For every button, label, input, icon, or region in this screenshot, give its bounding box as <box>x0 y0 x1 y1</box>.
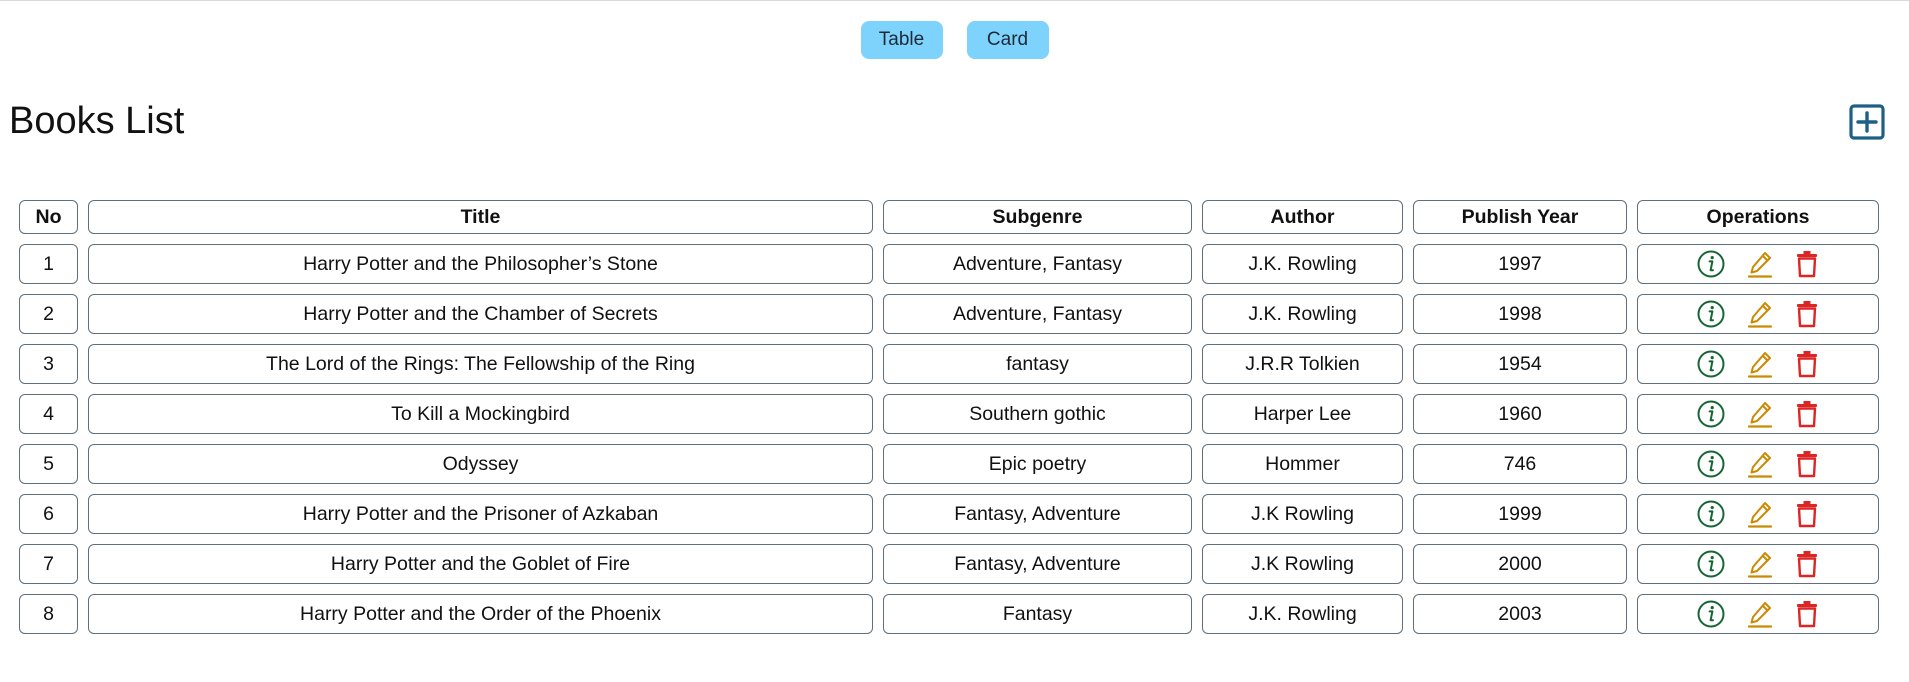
column-header-no: No <box>19 200 78 234</box>
edit-icon[interactable] <box>1746 349 1774 379</box>
table-row: 5 Odyssey Epic poetry Hommer 746 <box>19 444 1879 484</box>
top-divider <box>0 0 1909 1</box>
cell-publish-year: 1997 <box>1413 244 1627 284</box>
cell-operations <box>1637 494 1879 534</box>
cell-no: 6 <box>19 494 78 534</box>
cell-subgenre: Epic poetry <box>883 444 1192 484</box>
table-row: 2 Harry Potter and the Chamber of Secret… <box>19 294 1879 334</box>
delete-icon[interactable] <box>1794 599 1820 629</box>
books-table: No Title Subgenre Author Publish Year Op… <box>9 190 1889 644</box>
cell-title: The Lord of the Rings: The Fellowship of… <box>88 344 873 384</box>
cell-subgenre: Adventure, Fantasy <box>883 244 1192 284</box>
table-view-button[interactable]: Table <box>860 21 943 59</box>
info-icon[interactable] <box>1696 299 1726 329</box>
cell-operations <box>1637 544 1879 584</box>
cell-publish-year: 1999 <box>1413 494 1627 534</box>
cell-author: J.K. Rowling <box>1202 594 1403 634</box>
view-toggle: Table Card <box>0 21 1909 59</box>
edit-icon[interactable] <box>1746 399 1774 429</box>
table-header-row: No Title Subgenre Author Publish Year Op… <box>19 200 1879 234</box>
cell-subgenre: Fantasy, Adventure <box>883 544 1192 584</box>
cell-author: J.R.R Tolkien <box>1202 344 1403 384</box>
cell-subgenre: Southern gothic <box>883 394 1192 434</box>
column-header-title: Title <box>88 200 873 234</box>
cell-publish-year: 2000 <box>1413 544 1627 584</box>
cell-publish-year: 2003 <box>1413 594 1627 634</box>
cell-no: 3 <box>19 344 78 384</box>
column-header-subgenre: Subgenre <box>883 200 1192 234</box>
table-row: 7 Harry Potter and the Goblet of Fire Fa… <box>19 544 1879 584</box>
cell-no: 1 <box>19 244 78 284</box>
cell-no: 5 <box>19 444 78 484</box>
edit-icon[interactable] <box>1746 449 1774 479</box>
table-row: 6 Harry Potter and the Prisoner of Azkab… <box>19 494 1879 534</box>
cell-author: J.K Rowling <box>1202 494 1403 534</box>
cell-publish-year: 1954 <box>1413 344 1627 384</box>
delete-icon[interactable] <box>1794 299 1820 329</box>
cell-operations <box>1637 594 1879 634</box>
cell-title: To Kill a Mockingbird <box>88 394 873 434</box>
card-view-button[interactable]: Card <box>966 21 1049 59</box>
cell-operations <box>1637 444 1879 484</box>
cell-title: Harry Potter and the Order of the Phoeni… <box>88 594 873 634</box>
table-row: 3 The Lord of the Rings: The Fellowship … <box>19 344 1879 384</box>
cell-operations <box>1637 244 1879 284</box>
cell-operations <box>1637 294 1879 334</box>
table-row: 4 To Kill a Mockingbird Southern gothic … <box>19 394 1879 434</box>
page-title: Books List <box>9 100 185 142</box>
cell-subgenre: Adventure, Fantasy <box>883 294 1192 334</box>
cell-title: Harry Potter and the Prisoner of Azkaban <box>88 494 873 534</box>
cell-publish-year: 1960 <box>1413 394 1627 434</box>
delete-icon[interactable] <box>1794 549 1820 579</box>
cell-title: Odyssey <box>88 444 873 484</box>
cell-publish-year: 746 <box>1413 444 1627 484</box>
cell-author: Harper Lee <box>1202 394 1403 434</box>
cell-subgenre: fantasy <box>883 344 1192 384</box>
add-book-button[interactable] <box>1849 104 1885 140</box>
cell-title: Harry Potter and the Goblet of Fire <box>88 544 873 584</box>
info-icon[interactable] <box>1696 399 1726 429</box>
edit-icon[interactable] <box>1746 599 1774 629</box>
column-header-operations: Operations <box>1637 200 1879 234</box>
info-icon[interactable] <box>1696 349 1726 379</box>
info-icon[interactable] <box>1696 449 1726 479</box>
delete-icon[interactable] <box>1794 499 1820 529</box>
cell-title: Harry Potter and the Philosopher’s Stone <box>88 244 873 284</box>
delete-icon[interactable] <box>1794 399 1820 429</box>
cell-subgenre: Fantasy, Adventure <box>883 494 1192 534</box>
cell-author: J.K. Rowling <box>1202 244 1403 284</box>
cell-operations <box>1637 344 1879 384</box>
plus-square-icon <box>1849 104 1885 140</box>
info-icon[interactable] <box>1696 249 1726 279</box>
info-icon[interactable] <box>1696 499 1726 529</box>
table-row: 8 Harry Potter and the Order of the Phoe… <box>19 594 1879 634</box>
column-header-publish-year: Publish Year <box>1413 200 1627 234</box>
cell-title: Harry Potter and the Chamber of Secrets <box>88 294 873 334</box>
cell-no: 8 <box>19 594 78 634</box>
edit-icon[interactable] <box>1746 299 1774 329</box>
table-row: 1 Harry Potter and the Philosopher’s Sto… <box>19 244 1879 284</box>
info-icon[interactable] <box>1696 599 1726 629</box>
edit-icon[interactable] <box>1746 249 1774 279</box>
cell-operations <box>1637 394 1879 434</box>
delete-icon[interactable] <box>1794 249 1820 279</box>
cell-subgenre: Fantasy <box>883 594 1192 634</box>
cell-no: 7 <box>19 544 78 584</box>
delete-icon[interactable] <box>1794 449 1820 479</box>
cell-author: J.K Rowling <box>1202 544 1403 584</box>
cell-no: 2 <box>19 294 78 334</box>
cell-author: Hommer <box>1202 444 1403 484</box>
column-header-author: Author <box>1202 200 1403 234</box>
info-icon[interactable] <box>1696 549 1726 579</box>
cell-no: 4 <box>19 394 78 434</box>
cell-author: J.K. Rowling <box>1202 294 1403 334</box>
edit-icon[interactable] <box>1746 499 1774 529</box>
cell-publish-year: 1998 <box>1413 294 1627 334</box>
delete-icon[interactable] <box>1794 349 1820 379</box>
edit-icon[interactable] <box>1746 549 1774 579</box>
